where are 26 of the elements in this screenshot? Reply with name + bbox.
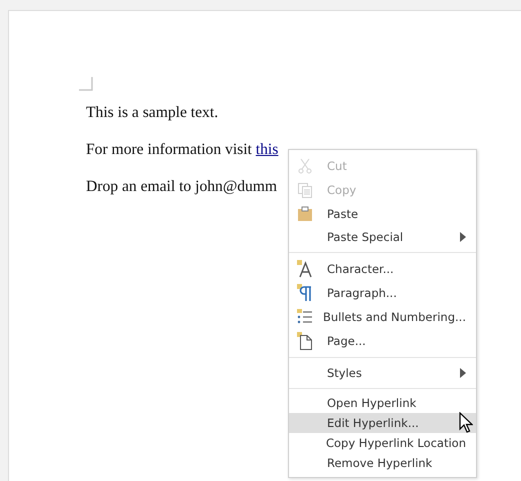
menu-item[interactable]: Edit Hyperlink...	[289, 413, 476, 433]
paragraph-text: This is a sample text.	[86, 104, 218, 121]
menu-item[interactable]: Paste	[289, 202, 476, 226]
menu-item[interactable]: Character...	[289, 257, 476, 281]
submenu-arrow-icon	[460, 232, 466, 242]
paragraph-text: For more information visit	[86, 141, 253, 158]
copy-icon	[297, 182, 313, 198]
paragraph-text: Drop an email to john@dumm	[86, 178, 278, 195]
hyperlink[interactable]: this	[256, 141, 278, 158]
submenu-arrow-icon	[460, 368, 466, 378]
menu-item[interactable]: Copy Hyperlink Location	[289, 433, 476, 453]
menu-item[interactable]: Bullets and Numbering...	[289, 305, 476, 329]
menu-item[interactable]: Open Hyperlink	[289, 393, 476, 413]
clipboard-icon	[297, 206, 313, 222]
list-icon	[297, 309, 313, 325]
letter-a-icon	[297, 260, 313, 278]
margin-corner-icon	[79, 77, 93, 91]
mouse-pointer-icon	[459, 412, 473, 433]
scissors-icon	[297, 158, 313, 174]
menu-item[interactable]: Styles	[289, 362, 476, 384]
menu-item[interactable]: Paragraph...	[289, 281, 476, 305]
pilcrow-icon	[297, 284, 313, 302]
menu-item[interactable]: Page...	[289, 329, 476, 353]
page-icon	[297, 332, 313, 350]
menu-item[interactable]: Remove Hyperlink	[289, 453, 476, 473]
menu-item[interactable]: Paste Special	[289, 226, 476, 248]
